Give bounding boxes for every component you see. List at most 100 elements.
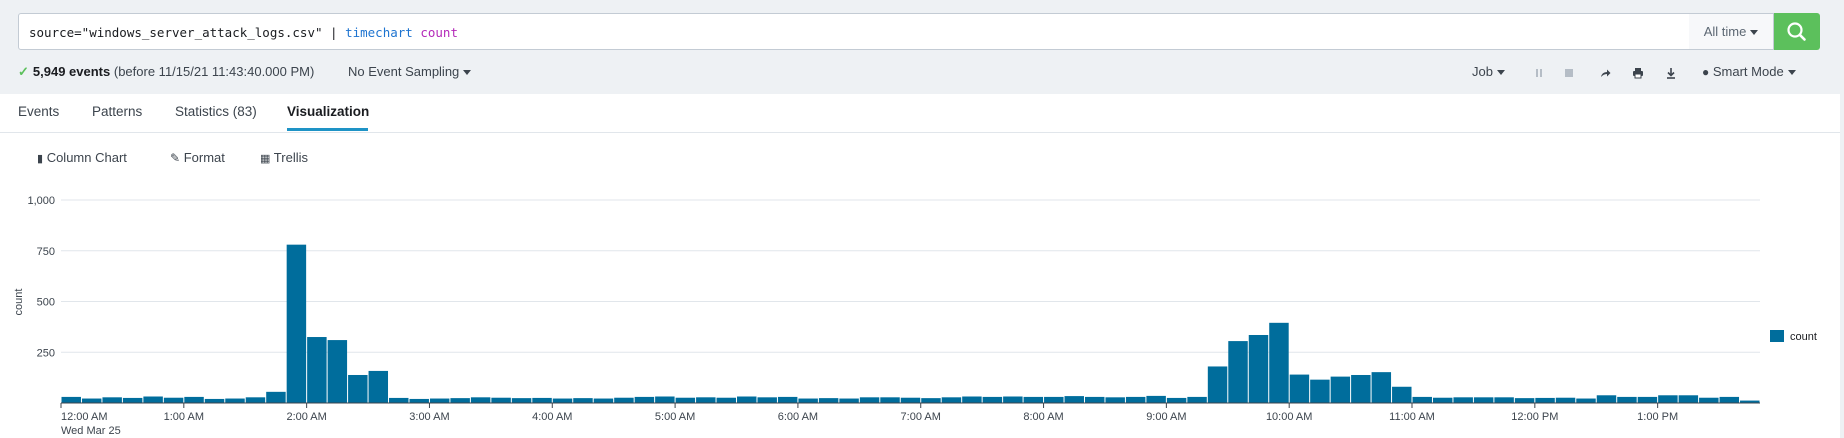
job-label: Job — [1472, 64, 1493, 79]
x-tick-label: 10:00 AM — [1266, 411, 1312, 423]
chart-bar — [1228, 341, 1248, 403]
event-sampling-dropdown[interactable]: No Event Sampling — [348, 64, 472, 79]
chart-bar — [1555, 397, 1576, 403]
chart-bar — [327, 340, 348, 403]
x-tick-label: 4:00 AM — [532, 411, 572, 423]
chart-bar — [962, 396, 982, 403]
y-tick-label: 750 — [37, 246, 55, 258]
chart-bar — [1269, 322, 1289, 403]
chart-bar — [143, 396, 163, 403]
chart-bar — [1248, 334, 1269, 403]
stop-icon[interactable] — [1562, 66, 1576, 80]
chart-bar — [1637, 396, 1658, 403]
x-tick-label: 1:00 AM — [164, 411, 204, 423]
x-tick-label: 1:00 PM — [1637, 411, 1678, 423]
chart-bar — [1392, 386, 1412, 403]
job-menu[interactable]: Job — [1472, 64, 1505, 79]
chart-bar — [1044, 396, 1064, 403]
chart-bar — [1105, 397, 1125, 403]
search-input[interactable]: source="windows_server_attack_logs.csv" … — [18, 13, 1690, 50]
x-tick-label: 7:00 AM — [901, 411, 941, 423]
chart-bar — [429, 398, 450, 403]
chart-bar — [900, 397, 921, 403]
chart-bar — [1351, 374, 1371, 403]
chevron-down-icon — [1750, 30, 1759, 36]
chart-bar — [122, 397, 143, 403]
chart-bar — [614, 397, 634, 403]
chart-bar — [163, 397, 184, 403]
time-range-picker[interactable]: All time — [1689, 13, 1774, 50]
legend-swatch — [1770, 330, 1784, 342]
search-query-text: source="windows_server_attack_logs.csv" … — [29, 25, 458, 40]
chart-bar — [777, 396, 798, 403]
chart-bar — [573, 398, 593, 403]
chart-bar — [1658, 395, 1678, 403]
search-status: ✓ 5,949 events (before 11/15/21 11:43:40.… — [18, 64, 314, 80]
chart-bar — [389, 397, 409, 403]
y-tick-label: 250 — [37, 347, 55, 359]
chart-bar — [511, 398, 532, 403]
print-icon[interactable] — [1631, 66, 1645, 80]
chart-bar — [1023, 396, 1044, 403]
chart-bar — [1207, 366, 1228, 403]
chart-bar — [941, 397, 962, 403]
chart-bar — [1535, 397, 1555, 403]
chart-bar — [1166, 397, 1187, 403]
chart-bar — [655, 396, 675, 403]
chart-bar — [1699, 397, 1719, 403]
search-icon — [1787, 22, 1806, 41]
column-chart: 1,000 750 500 250 count 12:00 AM 1:00 AM 2:00 A… — [13, 195, 1760, 437]
chart-bar — [1064, 396, 1084, 403]
search-button[interactable] — [1774, 13, 1820, 50]
chart-bar — [1187, 396, 1207, 403]
export-icon[interactable] — [1664, 66, 1678, 80]
chart-bar — [552, 398, 573, 403]
chart-bar — [1412, 396, 1432, 403]
x-tick-label: 12:00 PM — [1511, 411, 1558, 423]
chart-bar — [818, 398, 839, 403]
x-date-label: Wed Mar 25 — [61, 425, 121, 437]
chart-bar — [1289, 374, 1310, 403]
chart-bar — [737, 396, 757, 403]
pause-icon[interactable] — [1532, 66, 1546, 80]
chart-legend[interactable]: count — [1770, 330, 1817, 343]
chart-bar — [1125, 396, 1146, 403]
search-bar-area: source="windows_server_attack_logs.csv" … — [0, 0, 1844, 96]
chart-bar — [368, 370, 389, 403]
chart-bar — [880, 397, 900, 403]
chart-bar — [1617, 396, 1637, 403]
chart-bar — [204, 398, 225, 403]
chart-bar — [409, 398, 429, 403]
chart-bar — [1678, 395, 1699, 403]
chevron-down-icon — [1496, 70, 1505, 76]
chart-bar — [1576, 398, 1596, 403]
chart-bar — [307, 337, 327, 403]
search-mode-label: Smart Mode — [1712, 64, 1784, 79]
chart-bar — [757, 397, 777, 403]
chart-bar — [245, 397, 266, 403]
x-tick-label: 2:00 AM — [286, 411, 326, 423]
chart-bar — [1494, 397, 1514, 403]
chart-bar — [1596, 395, 1617, 403]
x-tick-label: 11:00 AM — [1389, 411, 1435, 423]
chart-bar — [1084, 396, 1105, 403]
chart-bar — [1473, 397, 1494, 403]
chart-bar — [81, 398, 102, 403]
chart-bar — [1514, 398, 1535, 403]
chart-bar — [1719, 396, 1740, 403]
chevron-down-icon — [1787, 70, 1796, 76]
chart-bar — [839, 398, 859, 403]
chart-bar — [982, 396, 1003, 403]
chevron-down-icon — [463, 70, 472, 76]
chart-bar — [593, 398, 614, 403]
share-icon[interactable] — [1598, 66, 1612, 80]
chart-bar — [634, 396, 655, 403]
chart-bar — [266, 391, 286, 403]
checkmark-icon: ✓ — [18, 64, 29, 79]
search-mode-dropdown[interactable]: ● Smart Mode — [1702, 64, 1796, 79]
chart-bar — [184, 396, 204, 403]
legend-label: count — [1790, 331, 1817, 343]
time-range-label: All time — [1703, 24, 1747, 39]
results-panel: Events Patterns Statistics (83) Visualiz… — [0, 94, 1840, 438]
y-tick-label: 500 — [37, 297, 55, 309]
